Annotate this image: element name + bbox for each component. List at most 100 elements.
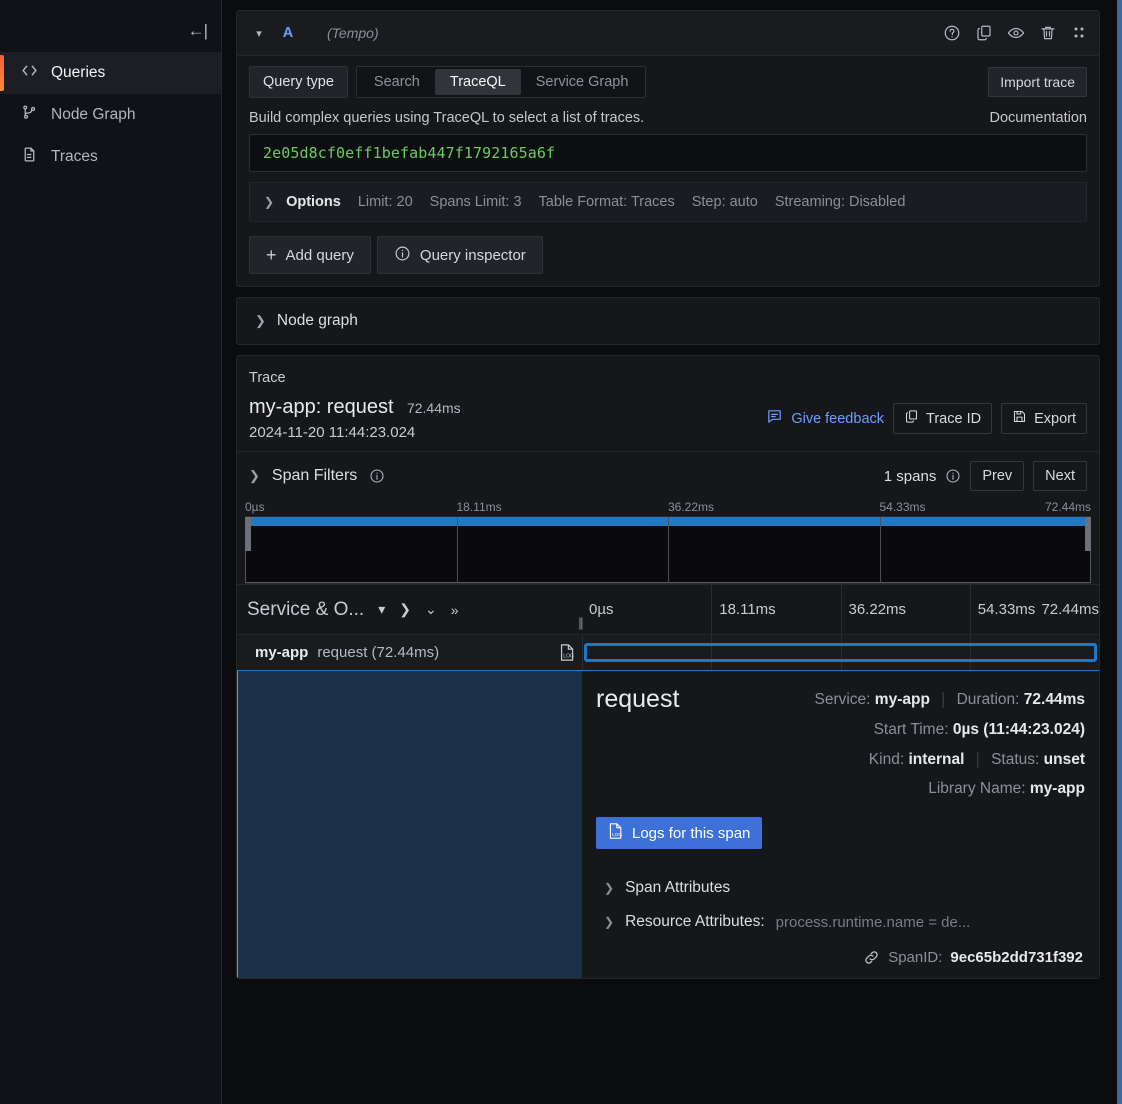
code-brackets-icon — [21, 62, 38, 84]
span-duration-bar[interactable] — [584, 643, 1097, 662]
span-attributes-section: ❯ Span Attributes ❯ Resource Attributes:… — [596, 871, 1085, 978]
query-ref-id[interactable]: A — [271, 25, 305, 41]
sidebar-item-queries[interactable]: Queries — [0, 52, 221, 94]
span-id-label: SpanID: — [888, 949, 942, 966]
chevron-right-icon[interactable]: ❯ — [399, 601, 411, 618]
duration-label: Duration: — [957, 691, 1020, 708]
drag-handle-icon[interactable] — [1071, 24, 1087, 42]
span-filters-toggle[interactable]: ❯ Span Filters — [249, 467, 385, 485]
trace-id-label: Trace ID — [926, 411, 981, 427]
query-type-service-graph[interactable]: Service Graph — [521, 69, 644, 95]
double-chevron-right-icon[interactable]: » — [451, 602, 459, 618]
trace-minimap[interactable] — [245, 516, 1091, 584]
help-circle-icon[interactable] — [943, 24, 961, 42]
import-trace-button[interactable]: Import trace — [988, 67, 1087, 97]
span-detail-line-library: Library Name: my-app — [814, 774, 1085, 804]
span-detail-line-service-duration: Service: my-app | Duration: 72.44ms — [814, 685, 1085, 715]
table-row[interactable]: my-app request (72.44ms) LOG — [237, 634, 1099, 670]
options-label[interactable]: Options — [286, 194, 341, 210]
collapse-left-icon[interactable]: ←| — [188, 22, 207, 39]
minimap-tick-labels: 0µs 18.11ms 36.22ms 54.33ms 72.44ms — [245, 500, 1091, 516]
query-type-row: Query type Search TraceQL Service Graph … — [249, 66, 1087, 98]
minimap-tick: 54.33ms — [880, 500, 926, 514]
span-id-row: SpanID: 9ec65b2dd731f392 — [596, 939, 1085, 978]
export-button[interactable]: Export — [1001, 403, 1087, 434]
timeline-name-column-header: Service & O... ▾ ❯ ⌄ » || — [237, 585, 582, 634]
trace-timestamp: 2024-11-20 11:44:23.024 — [249, 424, 461, 441]
trace-minimap-wrapper: 0µs 18.11ms 36.22ms 54.33ms 72.44ms — [237, 500, 1099, 584]
kind-label: Kind: — [869, 751, 904, 768]
span-detail-meta: Service: my-app | Duration: 72.44ms Star… — [814, 685, 1085, 804]
timeline-tick: 36.22ms — [841, 585, 970, 634]
span-operation-name: request (72.44ms) — [317, 644, 439, 661]
eye-icon[interactable] — [1007, 24, 1025, 42]
query-inspector-button[interactable]: Query inspector — [377, 236, 543, 274]
info-circle-icon[interactable] — [945, 468, 961, 484]
sidebar-item-node-graph[interactable]: Node Graph — [0, 94, 221, 136]
trace-id-button[interactable]: Trace ID — [893, 403, 992, 434]
node-graph-toggle[interactable]: ❯ Node graph — [237, 298, 1099, 344]
chevron-down-icon[interactable]: ▾ — [247, 27, 271, 40]
chevron-right-icon: ❯ — [604, 915, 614, 929]
copy-icon — [904, 409, 919, 428]
query-type-traceql[interactable]: TraceQL — [435, 69, 521, 95]
explore-sidebar: ←| Queries Node Graph Traces — [0, 0, 222, 1104]
trash-icon[interactable] — [1039, 24, 1057, 42]
minimap-tick: 0µs — [245, 500, 265, 514]
span-nav-controls: 1 spans Prev Next — [884, 461, 1087, 491]
minimap-drag-handle-left[interactable] — [245, 517, 251, 551]
documentation-link[interactable]: Documentation — [989, 110, 1087, 126]
svg-text:LOG: LOG — [563, 654, 574, 660]
resource-attributes-label: Resource Attributes: — [625, 913, 765, 931]
span-filters-row: ❯ Span Filters 1 spans Prev Next — [237, 451, 1099, 500]
give-feedback-label: Give feedback — [791, 411, 884, 427]
query-type-search[interactable]: Search — [359, 69, 435, 95]
status-value: unset — [1044, 751, 1085, 768]
give-feedback-link[interactable]: Give feedback — [766, 408, 884, 429]
trace-duration: 72.44ms — [407, 400, 461, 416]
link-icon[interactable] — [863, 949, 880, 966]
double-chevron-down-icon[interactable]: ⌄ — [425, 601, 437, 618]
chevron-right-icon[interactable]: ❯ — [264, 195, 274, 209]
sidebar-item-label: Queries — [51, 64, 105, 82]
duration-value: 72.44ms — [1024, 691, 1085, 708]
span-filters-label: Span Filters — [272, 467, 357, 485]
library-value: my-app — [1030, 780, 1085, 797]
minimap-drag-handle-right[interactable] — [1085, 517, 1091, 551]
span-label-cell[interactable]: my-app request (72.44ms) LOG — [237, 635, 582, 670]
add-query-button[interactable]: + Add query — [249, 236, 371, 274]
duplicate-icon[interactable] — [975, 24, 993, 42]
sidebar-item-label: Node Graph — [51, 106, 135, 124]
query-editor-body: Query type Search TraceQL Service Graph … — [237, 56, 1099, 286]
add-query-label: Add query — [286, 247, 354, 264]
query-datasource-label: (Tempo) — [327, 25, 379, 41]
span-attributes-toggle[interactable]: ❯ Span Attributes — [596, 871, 1085, 905]
node-graph-panel[interactable]: ❯ Node graph — [236, 297, 1100, 345]
chevron-down-icon[interactable]: ▾ — [378, 601, 385, 618]
prev-span-button[interactable]: Prev — [970, 461, 1024, 491]
logs-button-label: Logs for this span — [632, 825, 750, 842]
resource-attributes-toggle[interactable]: ❯ Resource Attributes: process.runtime.n… — [596, 905, 1085, 939]
span-attributes-label: Span Attributes — [625, 879, 730, 897]
span-detail-row: request Service: my-app | Duration: 72.4… — [237, 670, 1099, 978]
info-circle-icon[interactable] — [369, 468, 385, 484]
page-scrollbar[interactable] — [1117, 0, 1122, 1104]
query-editor-header: ▾ A (Tempo) — [237, 11, 1099, 56]
span-bar-cell[interactable] — [582, 635, 1099, 670]
query-action-buttons: + Add query Query inspector — [249, 236, 1087, 274]
query-header-actions — [943, 24, 1087, 42]
logs-icon[interactable]: LOG — [559, 643, 576, 662]
sidebar-item-traces[interactable]: Traces — [0, 136, 221, 178]
service-operation-column-label: Service & O... — [247, 599, 364, 621]
save-disk-icon — [1012, 409, 1027, 428]
span-detail-header: request Service: my-app | Duration: 72.4… — [596, 685, 1085, 804]
trace-name: my-app: request — [249, 396, 394, 418]
logs-for-this-span-button[interactable]: LOG Logs for this span — [596, 817, 762, 849]
next-span-button[interactable]: Next — [1033, 461, 1087, 491]
resource-attributes-preview: process.runtime.name = de... — [776, 914, 971, 931]
span-detail-operation-name: request — [596, 685, 679, 714]
trace-name-line: my-app: request 72.44ms — [249, 396, 461, 419]
query-editor-panel: ▾ A (Tempo) — [236, 10, 1100, 287]
minimap-gridline — [457, 517, 458, 583]
traceql-input[interactable]: 2e05d8cf0eff1befab447f1792165a6f — [249, 134, 1087, 172]
